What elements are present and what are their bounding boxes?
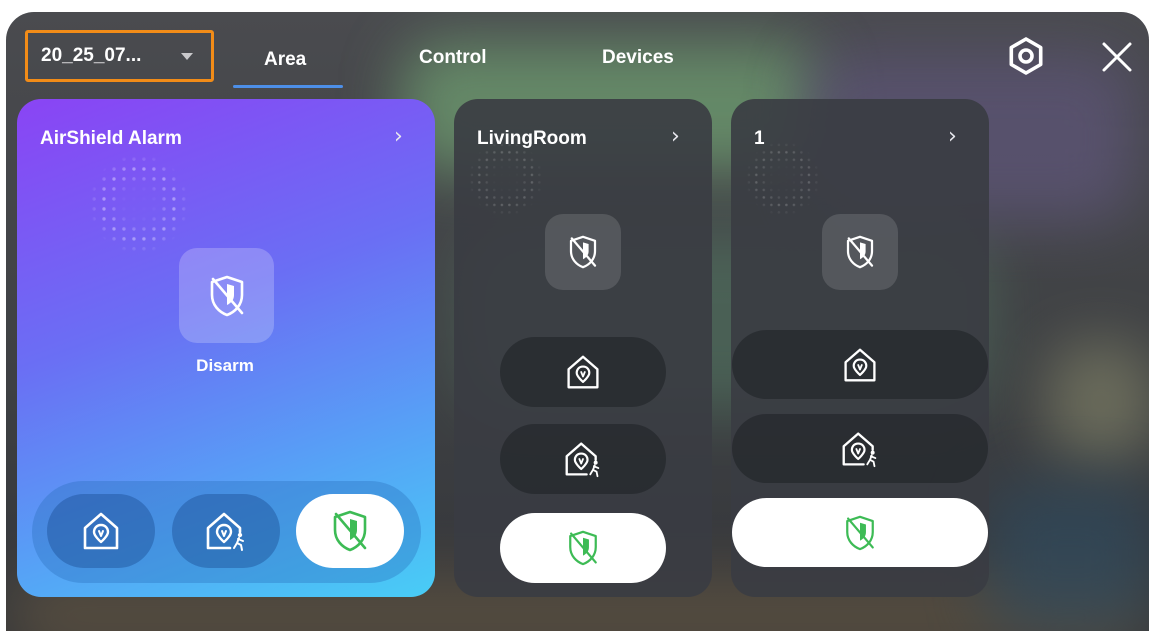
disarm-status-icon [179,248,274,343]
disarm-button[interactable] [732,498,988,567]
gear-icon[interactable] [1006,36,1046,76]
area-status-text: Disarm [196,356,254,375]
home-arm-button[interactable] [47,494,155,568]
stay-arm-button[interactable] [500,424,666,494]
area-card-1[interactable]: 1 › [731,99,989,597]
home-arm-icon [83,512,119,550]
home-arm-icon [567,355,599,389]
area-card-title: AirShield Alarm [40,128,182,149]
stay-arm-icon [565,442,600,478]
close-icon[interactable] [1098,38,1136,76]
stay-arm-icon [206,512,244,551]
tab-control[interactable]: Control [419,47,487,69]
stay-arm-button[interactable] [172,494,280,568]
tab-devices[interactable]: Devices [602,47,674,69]
disarm-shield-icon [333,510,367,552]
stay-arm-icon [842,431,877,467]
home-arm-button[interactable] [500,337,666,407]
disarm-button[interactable] [500,513,666,583]
tab-area[interactable]: Area [264,49,306,71]
background-blur [1046,342,1149,462]
area-selector-value: 20_25_07... [41,45,142,66]
disarm-status-icon [545,214,621,290]
home-arm-button[interactable] [732,330,988,399]
area-card-livingroom[interactable]: LivingRoom › [454,99,712,597]
home-arm-icon [844,348,876,381]
disarm-status-icon [822,214,898,290]
caret-down-icon [181,53,193,60]
disarm-shield-icon [846,515,874,550]
disarm-shield-icon [569,530,597,566]
area-card-airshield[interactable]: AirShield Alarm › Disarm [17,99,435,597]
stay-arm-button[interactable] [732,414,988,483]
disarm-button[interactable] [296,494,404,568]
background-blur [986,482,1149,631]
mode-selector [32,481,421,583]
area-selector-dropdown[interactable]: 20_25_07... [25,30,214,82]
chevron-right-icon[interactable]: › [394,124,403,149]
active-tab-indicator [233,85,343,88]
